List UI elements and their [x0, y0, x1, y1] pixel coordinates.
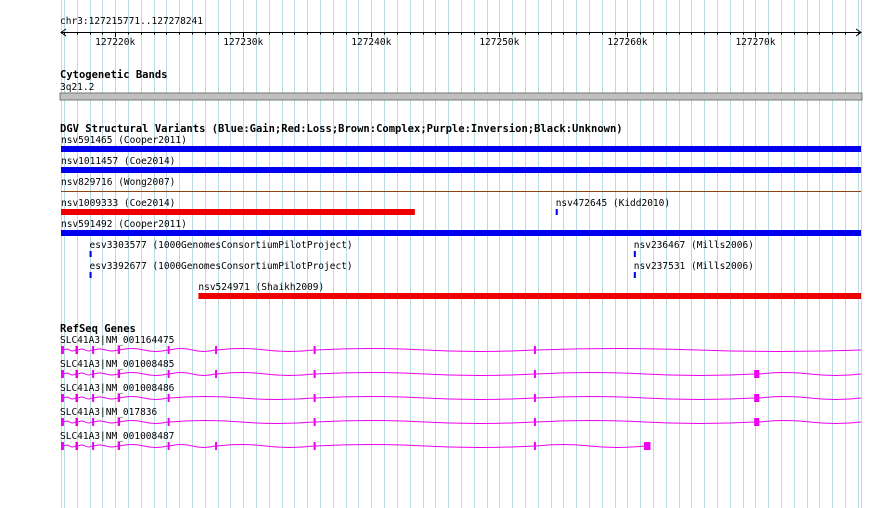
exon[interactable] [75, 370, 79, 378]
exon[interactable] [117, 346, 121, 354]
exon[interactable] [117, 394, 121, 402]
exon[interactable] [533, 442, 536, 450]
refseq-transcript[interactable]: SLC41A3|NM_017836 [60, 407, 862, 426]
exon[interactable] [92, 442, 95, 450]
exon[interactable] [61, 394, 64, 402]
cytoband-bar[interactable] [59, 92, 863, 101]
dgv-feature-bar[interactable] [633, 272, 636, 278]
exon[interactable] [167, 442, 170, 450]
transcript-label: SLC41A3|NM_001164475 [60, 335, 174, 346]
dgv-feature-bar[interactable] [61, 146, 861, 152]
exon[interactable] [313, 346, 316, 354]
dgv-feature-bar[interactable] [61, 209, 415, 215]
exon[interactable] [75, 346, 79, 354]
exon[interactable] [117, 442, 121, 450]
dgv-feature-bar[interactable] [633, 251, 636, 257]
exon[interactable] [313, 394, 316, 402]
cytoband-label: 3q21.2 [60, 82, 94, 93]
transcript-label: SLC41A3|NM_001008486 [60, 383, 175, 394]
tracks-canvas: chr3:127215771..127278241 127220k 127230k… [59, 0, 863, 508]
refseq-track-title: RefSeq Genes [60, 323, 136, 335]
refseq-track: SLC41A3|NM_001164475 SLC41A3|NM_001008485… [60, 335, 862, 450]
exon[interactable] [75, 442, 79, 450]
exon[interactable] [61, 442, 64, 450]
dgv-feature-bar[interactable] [61, 167, 861, 173]
refseq-transcript[interactable]: SLC41A3|NM_001008485 [60, 359, 862, 378]
ruler-tick-label: 127260k [607, 37, 647, 48]
dgv-feature[interactable]: nsv472645 (Kidd2010) [555, 198, 670, 215]
ruler-tick-label: 127270k [735, 37, 775, 48]
exon[interactable] [92, 418, 95, 426]
grid-lines [61, 0, 862, 508]
exon[interactable] [167, 346, 170, 354]
dgv-feature-bar[interactable] [89, 251, 92, 257]
ruler-tick-label: 127220k [95, 37, 135, 48]
exon[interactable] [92, 370, 95, 378]
exon[interactable] [215, 442, 218, 450]
dgv-feature-label: nsv236467 (Mills2006) [634, 240, 754, 251]
dgv-feature-bar[interactable] [555, 209, 558, 215]
ruler-tick-label: 127230k [223, 37, 263, 48]
transcript-label: SLC41A3|NM_001008485 [60, 359, 174, 370]
exon[interactable] [61, 370, 64, 378]
refseq-transcript[interactable]: SLC41A3|NM_001008486 [60, 383, 862, 402]
intron-line [61, 444, 645, 448]
dgv-feature[interactable]: nsv1009333 (Coe2014) [61, 198, 415, 215]
exon[interactable] [75, 418, 79, 426]
dgv-feature-label: nsv591465 (Cooper2011) [61, 135, 187, 146]
dgv-feature-label: nsv237531 (Mills2006) [634, 261, 754, 272]
ruler-tick-label: 127240k [351, 37, 391, 48]
exon[interactable] [754, 370, 760, 378]
dgv-feature[interactable]: esv3392677 (1000GenomesConsortiumPilotPr… [89, 261, 353, 278]
dgv-feature-label: nsv591492 (Cooper2011) [61, 219, 187, 230]
exon[interactable] [92, 346, 95, 354]
dgv-feature[interactable]: nsv237531 (Mills2006) [633, 261, 754, 278]
exon[interactable] [61, 418, 64, 426]
exon[interactable] [754, 394, 760, 402]
dgv-feature-label: nsv1009333 (Coe2014) [61, 198, 175, 209]
exon[interactable] [313, 442, 316, 450]
exon[interactable] [117, 418, 121, 426]
transcript-label: SLC41A3|NM_001008487 [60, 431, 174, 442]
exon[interactable] [117, 370, 121, 378]
refseq-transcript[interactable]: SLC41A3|NM_001164475 [60, 335, 862, 354]
exon[interactable] [533, 370, 536, 378]
exon[interactable] [644, 442, 651, 450]
cytoband-track-title: Cytogenetic Bands [60, 69, 167, 81]
exon[interactable] [61, 346, 64, 354]
dgv-feature-label: nsv472645 (Kidd2010) [556, 198, 670, 209]
refseq-transcript[interactable]: SLC41A3|NM_001008487 [60, 431, 651, 450]
exon[interactable] [533, 394, 536, 402]
dgv-feature-bar[interactable] [198, 293, 861, 299]
transcript-label: SLC41A3|NM_017836 [60, 407, 158, 418]
dgv-track-title: DGV Structural Variants (Blue:Gain;Red:L… [60, 123, 623, 135]
exon[interactable] [313, 370, 316, 378]
dgv-feature-label: nsv829716 (Wong2007) [61, 177, 175, 188]
exon[interactable] [215, 346, 218, 354]
exon[interactable] [75, 394, 79, 402]
dgv-feature[interactable]: nsv524971 (Shaikh2009) [198, 282, 861, 299]
dgv-feature-bar[interactable] [89, 272, 92, 278]
exon[interactable] [167, 370, 170, 378]
exon[interactable] [167, 394, 170, 402]
dgv-feature[interactable]: nsv236467 (Mills2006) [633, 240, 754, 257]
dgv-feature-label: nsv1011457 (Coe2014) [61, 156, 175, 167]
exon[interactable] [313, 418, 316, 426]
exon[interactable] [167, 418, 170, 426]
dgv-feature[interactable]: esv3303577 (1000GenomesConsortiumPilotPr… [89, 240, 353, 257]
dgv-feature-bar[interactable] [61, 230, 861, 236]
exon[interactable] [754, 418, 760, 426]
exon[interactable] [533, 418, 536, 426]
exon[interactable] [533, 346, 536, 354]
dgv-feature-label: esv3392677 (1000GenomesConsortiumPilotPr… [90, 261, 353, 272]
genome-browser-view: chr3:127215771..127278241 127220k 127230k… [0, 0, 890, 508]
ruler-tick-label: 127250k [479, 37, 519, 48]
ruler-location: chr3:127215771..127278241 [60, 16, 203, 27]
dgv-feature-label: nsv524971 (Shaikh2009) [198, 282, 324, 293]
dgv-feature-bar[interactable] [61, 191, 861, 192]
exon[interactable] [215, 370, 218, 378]
dgv-feature-label: esv3303577 (1000GenomesConsortiumPilotPr… [90, 240, 353, 251]
exon[interactable] [92, 394, 95, 402]
